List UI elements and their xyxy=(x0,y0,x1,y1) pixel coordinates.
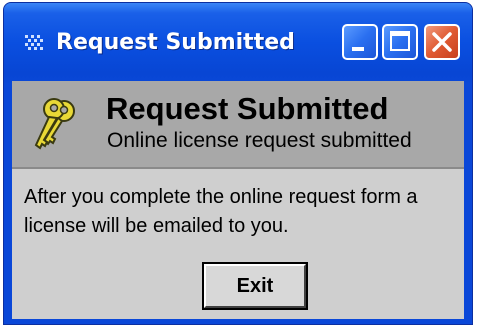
grid-dots-icon[interactable] xyxy=(24,34,48,54)
title-bar[interactable]: Request Submitted xyxy=(4,3,472,87)
minimize-icon xyxy=(352,47,364,51)
close-icon xyxy=(432,32,452,52)
header-panel: Request Submitted Online license request… xyxy=(12,81,464,169)
keys-icon xyxy=(30,97,80,155)
exit-button[interactable]: Exit xyxy=(202,262,308,310)
maximize-icon xyxy=(390,31,410,51)
maximize-button[interactable] xyxy=(382,24,418,60)
close-button[interactable] xyxy=(424,24,460,60)
minimize-button[interactable] xyxy=(342,24,378,60)
header-title: Request Submitted xyxy=(106,91,389,126)
header-subtitle: Online license request submitted xyxy=(107,129,412,152)
dialog-content: Request Submitted Online license request… xyxy=(12,81,464,319)
message-text: After you complete the online request fo… xyxy=(24,186,418,237)
dialog-window: Request Submitted Request Submitted Onli… xyxy=(3,2,473,325)
window-title: Request Submitted xyxy=(56,30,295,55)
